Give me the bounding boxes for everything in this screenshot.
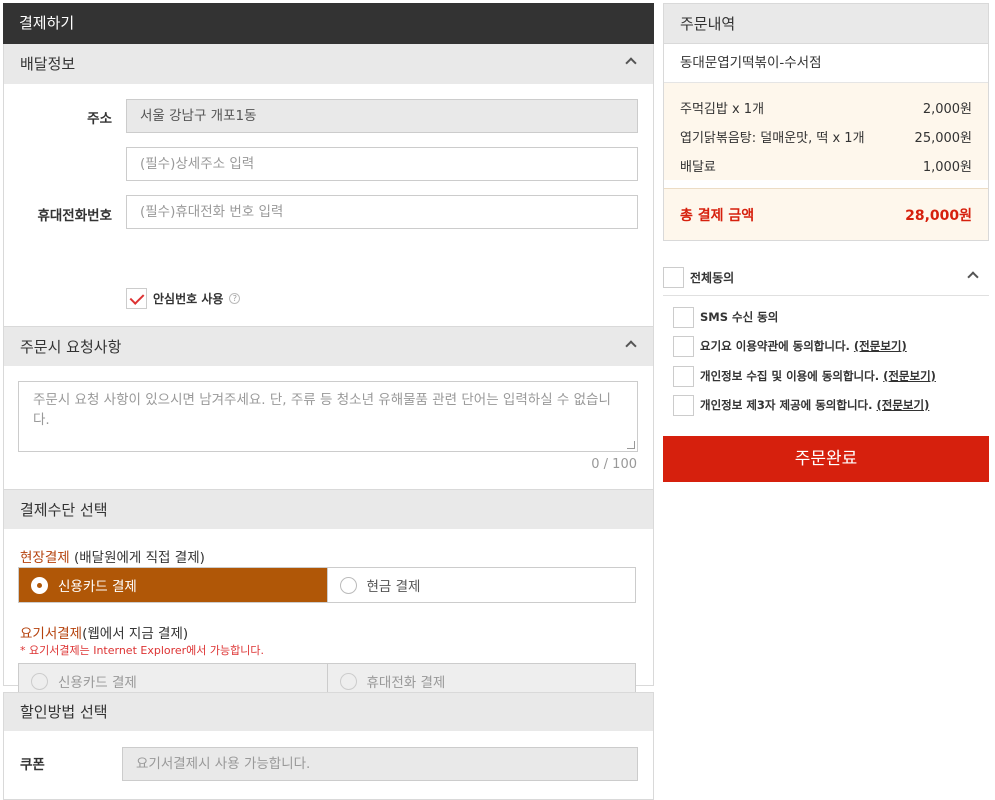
option-label: 현금 결제: [366, 579, 421, 595]
checkout-title: 결제하기: [3, 3, 654, 44]
privacy-view-link[interactable]: (전문보기): [883, 368, 936, 384]
order-complete-button[interactable]: 주문완료: [663, 436, 989, 482]
third-party-view-link[interactable]: (전문보기): [877, 397, 930, 413]
coupon-field: 요기서결제시 사용 가능합니다.: [122, 747, 638, 781]
agree-sms-label: SMS 수신 동의: [700, 310, 779, 324]
agree-all-checkbox[interactable]: [663, 267, 684, 288]
request-section-header[interactable]: 주문시 요청사항: [4, 326, 653, 366]
onsite-payment-options: 신용카드 결제 현금 결제: [18, 567, 636, 603]
agree-privacy-label: 개인정보 수집 및 이용에 동의합니다.: [700, 369, 880, 383]
detail-address-input[interactable]: (필수)상세주소 입력: [126, 147, 638, 181]
payment-section-header: 결제수단 선택: [4, 489, 653, 529]
online-payment-highlight: 요기서결제: [20, 626, 83, 642]
order-summary-title: 주문내역: [664, 4, 988, 44]
safe-number-option[interactable]: 안심번호 사용 ?: [126, 287, 241, 309]
shop-name: 동대문엽기떡볶이-수서점: [664, 44, 988, 83]
agree-all-row[interactable]: 전체동의: [663, 260, 989, 296]
agree-sms-row[interactable]: SMS 수신 동의: [673, 306, 778, 328]
order-total: 총 결제 금액 28,000원: [664, 188, 988, 240]
checkout-panel: 결제하기 배달정보 주소 서울 강남구 개포1동 (필수)상세주소 입력 휴대전…: [3, 3, 654, 800]
delivery-fields: 주소 서울 강남구 개포1동 (필수)상세주소 입력 휴대전화번호 (필수)휴대…: [4, 84, 653, 286]
onsite-payment-highlight: 현장결제: [20, 550, 70, 566]
discount-section-title: 할인방법 선택: [20, 703, 108, 721]
order-summary: 주문내역 동대문엽기떡볶이-수서점 주먹김밥 x 1개 2,000원 엽기닭볶음…: [663, 3, 989, 241]
phone-label: 휴대전화번호: [37, 208, 112, 224]
agree-all-label: 전체동의: [690, 271, 735, 285]
checkout-form: 배달정보 주소 서울 강남구 개포1동 (필수)상세주소 입력 휴대전화번호 (…: [3, 44, 654, 699]
safe-number-label: 안심번호 사용: [153, 291, 224, 306]
chevron-up-icon[interactable]: [967, 271, 979, 283]
discount-panel: 할인방법 선택 쿠폰 요기서결제시 사용 가능합니다.: [3, 692, 654, 800]
option-label: 신용카드 결제: [58, 675, 137, 691]
order-items: 주먹김밥 x 1개 2,000원 엽기닭볶음탕: 덜매운맛, 떡 x 1개 25…: [664, 83, 988, 180]
onsite-credit-card-option[interactable]: 신용카드 결제: [19, 568, 327, 602]
onsite-payment-desc: (배달원에게 직접 결제): [69, 550, 205, 566]
safe-number-checkbox[interactable]: [126, 287, 147, 309]
delivery-section-header[interactable]: 배달정보: [4, 44, 653, 84]
address-label: 주소: [87, 111, 112, 127]
agree-terms-row[interactable]: 요기요 이용약관에 동의합니다. (전문보기): [673, 335, 907, 357]
item-name: 주먹김밥 x 1개: [680, 102, 765, 117]
discount-section-header: 할인방법 선택: [4, 693, 653, 731]
agree-third-party-checkbox[interactable]: [673, 394, 694, 416]
request-textarea[interactable]: 주문시 요청 사항이 있으시면 남겨주세요. 단, 주류 등 청소년 유해물품 …: [18, 381, 638, 452]
option-label: 신용카드 결제: [58, 579, 137, 595]
agree-third-party-row[interactable]: 개인정보 제3자 제공에 동의합니다. (전문보기): [673, 394, 929, 416]
radio-disabled-icon: [31, 672, 48, 690]
address-field: 서울 강남구 개포1동: [126, 99, 638, 133]
order-item: 엽기닭볶음탕: 덜매운맛, 떡 x 1개 25,000원: [680, 122, 972, 151]
agree-privacy-row[interactable]: 개인정보 수집 및 이용에 동의합니다. (전문보기): [673, 365, 936, 387]
online-payment-label: 요기서결제(웹에서 지금 결제): [20, 622, 188, 642]
radio-selected-icon: [31, 576, 48, 594]
order-item: 배달료 1,000원: [680, 151, 972, 180]
order-sidebar: 주문내역 동대문엽기떡볶이-수서점 주먹김밥 x 1개 2,000원 엽기닭볶음…: [663, 3, 989, 482]
coupon-label: 쿠폰: [20, 757, 45, 773]
onsite-payment-label: 현장결제 (배달원에게 직접 결제): [20, 546, 205, 566]
terms-view-link[interactable]: (전문보기): [854, 338, 907, 354]
item-price: 2,000원: [922, 102, 972, 117]
agree-terms-label: 요기요 이용약관에 동의합니다.: [700, 339, 850, 353]
radio-icon: [339, 576, 357, 594]
item-name: 배달료: [680, 160, 716, 175]
item-price: 1,000원: [922, 160, 972, 175]
radio-disabled-icon: [339, 672, 357, 690]
agree-sms-checkbox[interactable]: [673, 306, 694, 328]
item-name: 엽기닭볶음탕: 덜매운맛, 떡 x 1개: [680, 131, 865, 146]
agree-privacy-checkbox[interactable]: [673, 365, 694, 387]
phone-input[interactable]: (필수)휴대전화 번호 입력: [126, 195, 638, 229]
online-payment-desc: (웹에서 지금 결제): [82, 626, 189, 642]
total-label: 총 결제 금액: [680, 207, 755, 224]
agree-terms-checkbox[interactable]: [673, 335, 694, 357]
request-placeholder: 주문시 요청 사항이 있으시면 남겨주세요. 단, 주류 등 청소년 유해물품 …: [33, 392, 611, 428]
payment-section-title: 결제수단 선택: [20, 501, 108, 519]
online-payment-note: * 요기서결제는 Internet Explorer에서 가능합니다.: [20, 644, 265, 657]
total-value: 28,000원: [905, 207, 972, 224]
chevron-up-icon[interactable]: [625, 340, 637, 352]
order-item: 주먹김밥 x 1개 2,000원: [680, 93, 972, 122]
resize-handle-icon[interactable]: [627, 441, 635, 449]
agree-third-party-label: 개인정보 제3자 제공에 동의합니다.: [700, 398, 873, 412]
chevron-up-icon[interactable]: [625, 57, 637, 69]
char-counter: 0 / 100: [591, 457, 637, 472]
onsite-cash-option[interactable]: 현금 결제: [326, 568, 635, 602]
option-label: 휴대전화 결제: [366, 675, 446, 691]
help-icon[interactable]: ?: [229, 292, 241, 304]
request-section-title: 주문시 요청사항: [20, 338, 122, 356]
delivery-section-title: 배달정보: [20, 55, 76, 73]
item-price: 25,000원: [914, 131, 972, 146]
